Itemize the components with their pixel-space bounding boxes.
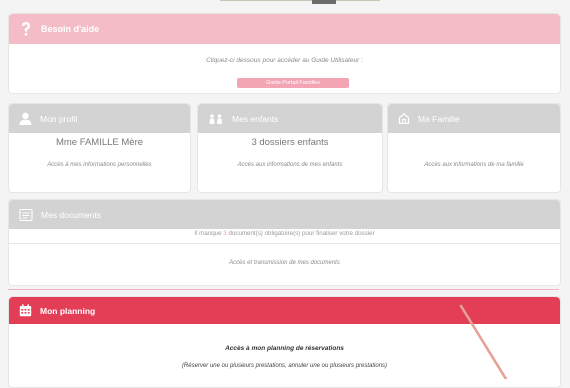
annotation-arrow xyxy=(459,304,508,379)
